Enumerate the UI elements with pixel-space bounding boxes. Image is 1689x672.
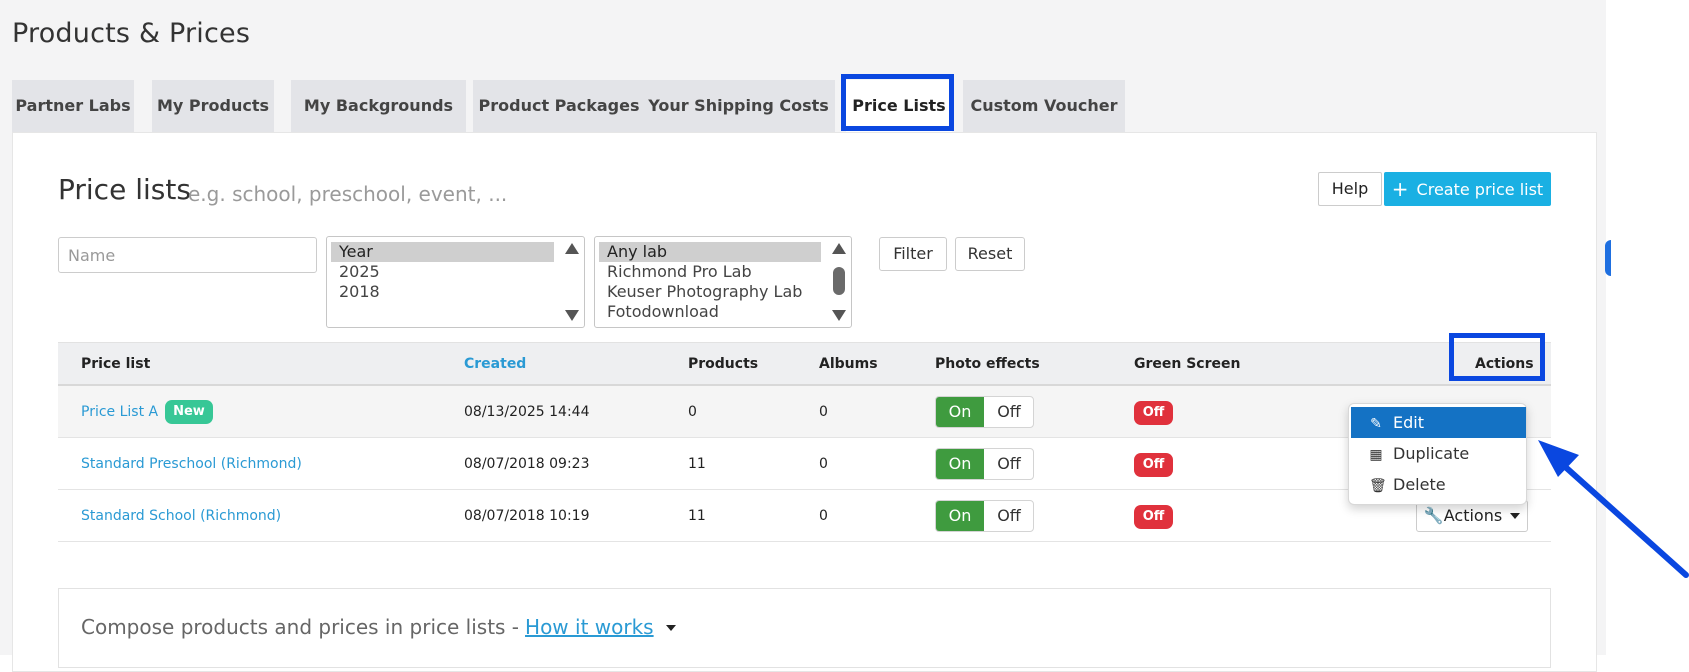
scroll-up-arrow-icon[interactable]	[565, 243, 579, 254]
column-header-created[interactable]: Created	[464, 343, 526, 385]
name-filter-input[interactable]	[58, 237, 317, 273]
lab-option[interactable]: Any lab	[599, 242, 821, 262]
menu-item-delete[interactable]: 🗑 Delete	[1351, 469, 1526, 500]
column-header-green-screen: Green Screen	[1134, 356, 1241, 372]
albums-count: 0	[819, 508, 828, 524]
green-screen-status-badge: Off	[1134, 505, 1173, 529]
actions-dropdown-menu: ✎ Edit ▦ Duplicate 🗑 Delete	[1348, 403, 1527, 505]
tab-partner-labs[interactable]: Partner Labs	[12, 80, 134, 132]
tab-my-products[interactable]: My Products	[152, 80, 274, 132]
table-icon: ▦	[1369, 447, 1383, 463]
scroll-thumb[interactable]	[833, 267, 845, 295]
price-list-name-link[interactable]: Standard Preschool (Richmond)	[81, 438, 302, 490]
column-header-price-list[interactable]: Price list	[81, 343, 150, 385]
year-option[interactable]: 2025	[331, 262, 554, 282]
plus-icon: +	[1391, 177, 1409, 201]
pencil-icon: ✎	[1370, 416, 1382, 432]
green-screen-status-badge: Off	[1134, 453, 1173, 477]
tab-my-backgrounds[interactable]: My Backgrounds	[291, 80, 466, 132]
lab-option[interactable]: Richmond Pro Lab	[599, 262, 821, 282]
price-list-name[interactable]: Price List A	[81, 404, 158, 420]
how-it-works-link[interactable]: How it works	[525, 615, 654, 639]
tab-product-packages[interactable]: Product Packages	[473, 80, 645, 132]
menu-item-label: Delete	[1393, 475, 1446, 494]
tab-custom-voucher[interactable]: Custom Voucher	[963, 80, 1125, 132]
create-price-list-label: Create price list	[1416, 180, 1544, 199]
year-option[interactable]: Year	[331, 242, 554, 262]
products-count: 11	[688, 508, 706, 524]
table-row: Standard School (Richmond) 08/07/2018 10…	[58, 490, 1551, 542]
scroll-up-arrow-icon[interactable]	[832, 243, 846, 254]
scroll-down-arrow-icon[interactable]	[832, 310, 846, 321]
toggle-on[interactable]: On	[936, 449, 984, 479]
section-title: Price lists	[58, 173, 191, 206]
caret-down-icon	[1510, 513, 1521, 519]
toggle-off[interactable]: Off	[984, 501, 1033, 531]
lab-option[interactable]: Fotodownload	[599, 302, 821, 322]
products-count: 11	[688, 456, 706, 472]
column-header-products: Products	[688, 356, 759, 372]
menu-item-label: Duplicate	[1393, 444, 1470, 463]
price-list-name-link[interactable]: Price List A New	[81, 386, 213, 438]
toggle-off[interactable]: Off	[984, 449, 1033, 479]
year-select[interactable]: Year 2025 2018	[326, 236, 585, 328]
products-count: 0	[688, 404, 697, 420]
wrench-icon: 🔧	[1423, 506, 1444, 525]
page-title: Products & Prices	[12, 18, 251, 49]
help-button[interactable]: Help	[1318, 172, 1382, 206]
filter-button[interactable]: Filter	[879, 237, 947, 271]
new-badge: New	[165, 400, 213, 424]
menu-item-label: Edit	[1393, 413, 1424, 432]
trash-icon: 🗑	[1369, 478, 1387, 494]
year-option[interactable]: 2018	[331, 282, 554, 302]
table-header: Price list Created Products Albums Photo…	[58, 342, 1551, 386]
column-header-albums: Albums	[819, 356, 878, 372]
column-header-photo-effects: Photo effects	[935, 356, 1040, 372]
column-header-actions: Actions	[1475, 356, 1534, 372]
photo-effects-toggle[interactable]: On Off	[935, 448, 1034, 480]
actions-label: Actions	[1443, 506, 1503, 525]
table-row: Price List A New 08/13/2025 14:44 0 0 On …	[58, 386, 1551, 438]
scroll-down-arrow-icon[interactable]	[565, 310, 579, 321]
reset-button[interactable]: Reset	[955, 237, 1025, 271]
created-date: 08/07/2018 09:23	[464, 456, 590, 472]
table-row: Standard Preschool (Richmond) 08/07/2018…	[58, 438, 1551, 490]
lab-option[interactable]: Keuser Photography Lab	[599, 282, 821, 302]
caret-down-icon[interactable]	[665, 625, 676, 631]
tab-price-lists[interactable]: Price Lists	[846, 80, 952, 132]
lab-select[interactable]: Any lab Richmond Pro Lab Keuser Photogra…	[594, 236, 852, 328]
created-date: 08/13/2025 14:44	[464, 404, 590, 420]
photo-effects-toggle[interactable]: On Off	[935, 500, 1034, 532]
albums-count: 0	[819, 456, 828, 472]
green-screen-status-badge: Off	[1134, 401, 1173, 425]
lab-select-scrollbar[interactable]	[831, 241, 847, 323]
price-list-name-link[interactable]: Standard School (Richmond)	[81, 490, 281, 542]
menu-item-duplicate[interactable]: ▦ Duplicate	[1351, 438, 1526, 469]
tab-shipping-costs[interactable]: Your Shipping Costs	[642, 80, 835, 132]
compose-info-text: Compose products and prices in price lis…	[81, 615, 676, 639]
create-price-list-button[interactable]: + Create price list	[1384, 172, 1551, 206]
albums-count: 0	[819, 404, 828, 420]
toggle-on[interactable]: On	[936, 501, 984, 531]
created-date: 08/07/2018 10:19	[464, 508, 590, 524]
menu-item-edit[interactable]: ✎ Edit	[1351, 407, 1526, 438]
toggle-on[interactable]: On	[936, 397, 984, 427]
side-tab-handle[interactable]	[1605, 240, 1611, 276]
compose-description: Compose products and prices in price lis…	[81, 615, 520, 639]
toggle-off[interactable]: Off	[984, 397, 1033, 427]
year-select-scrollbar[interactable]	[564, 241, 580, 323]
section-hint: e.g. school, preschool, event, ...	[188, 182, 508, 206]
photo-effects-toggle[interactable]: On Off	[935, 396, 1034, 428]
